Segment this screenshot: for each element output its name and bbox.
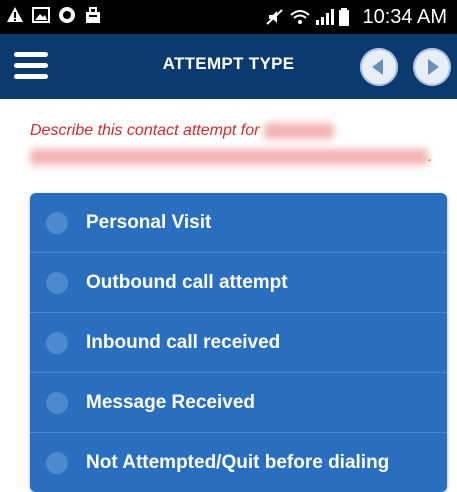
status-left-icons	[6, 6, 102, 24]
wifi-icon	[290, 8, 311, 26]
chevron-right-icon	[428, 59, 439, 75]
status-bar: 10:34 AM	[0, 0, 457, 34]
previous-button[interactable]	[360, 48, 398, 86]
mute-icon	[266, 8, 284, 26]
option-label: Message Received	[86, 391, 255, 413]
battery-icon	[338, 8, 356, 26]
radio-icon[interactable]	[46, 331, 68, 354]
warning-icon	[6, 6, 24, 24]
option-inbound-call-received[interactable]: Inbound call received	[30, 312, 447, 372]
option-outbound-call-attempt[interactable]: Outbound call attempt	[30, 252, 447, 312]
option-label: Inbound call received	[86, 331, 281, 353]
clock-time: 10:34 AM	[362, 6, 447, 28]
option-label: Personal Visit	[86, 211, 212, 233]
radio-icon[interactable]	[46, 451, 68, 474]
option-message-received[interactable]: Message Received	[30, 372, 447, 432]
bag-icon	[84, 6, 102, 24]
next-button[interactable]	[413, 48, 451, 86]
app-icon	[58, 6, 76, 24]
option-label: Outbound call attempt	[86, 271, 288, 293]
radio-icon[interactable]	[46, 211, 68, 234]
redacted-contact-name	[263, 122, 334, 139]
chevron-left-icon	[372, 59, 383, 75]
radio-icon[interactable]	[46, 391, 68, 414]
image-icon	[32, 6, 50, 24]
prompt-trailing: .	[428, 148, 433, 165]
attempt-prompt: Describe this contact attempt for .	[30, 118, 440, 170]
status-right-icons: 10:34 AM	[266, 5, 447, 29]
option-not-attempted[interactable]: Not Attempted/Quit before dialing	[30, 432, 447, 492]
redacted-contact-address	[30, 148, 428, 165]
prompt-text: Describe this contact attempt for	[30, 122, 260, 139]
option-label: Not Attempted/Quit before dialing	[86, 451, 390, 473]
option-personal-visit[interactable]: Personal Visit	[30, 193, 447, 252]
app-header: ATTEMPT TYPE	[0, 34, 457, 99]
attempt-type-options: Personal Visit Outbound call attempt Inb…	[30, 193, 447, 492]
radio-icon[interactable]	[46, 271, 68, 294]
signal-icon	[314, 8, 335, 26]
